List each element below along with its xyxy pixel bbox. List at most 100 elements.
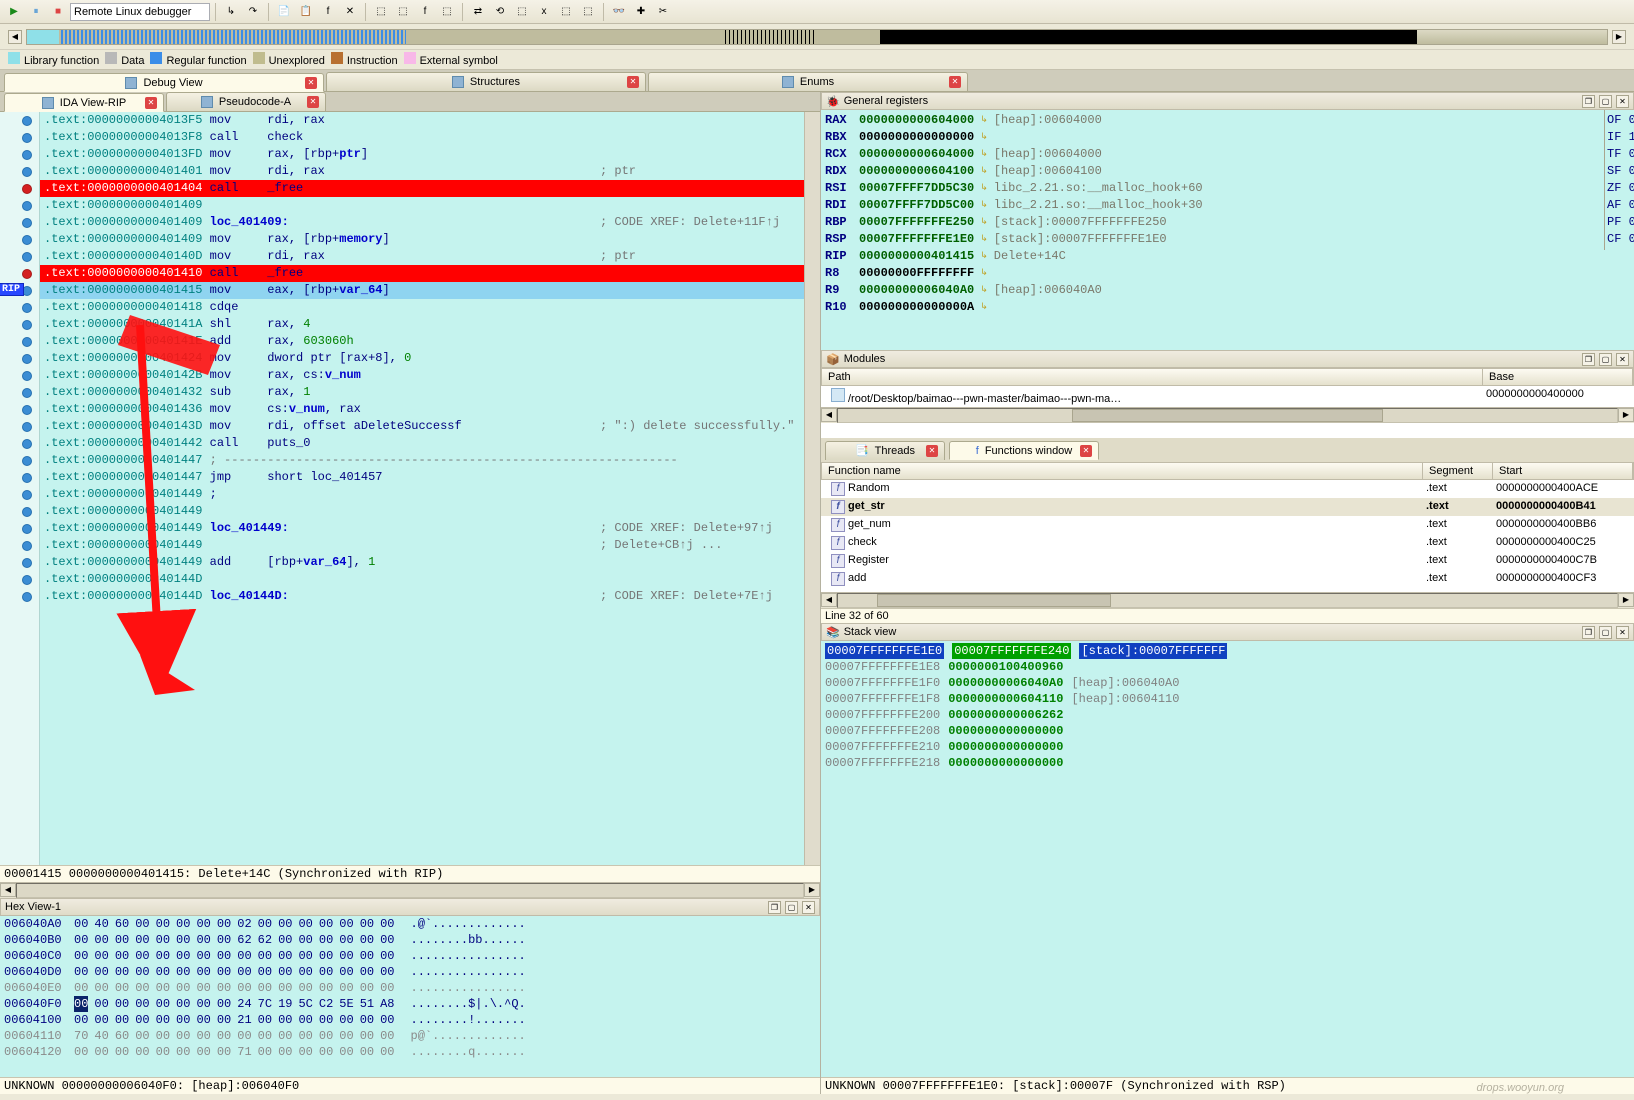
register-row[interactable]: RCX0000000000604000↳[heap]:00604000: [825, 146, 1630, 163]
hex-row[interactable]: 00604100 0000000000000000 21000000000000…: [0, 1012, 820, 1028]
function-row[interactable]: fcheck.text0000000000400C25: [821, 534, 1634, 552]
tool-icon[interactable]: ✕: [340, 2, 360, 22]
close-icon[interactable]: ✕: [305, 77, 317, 89]
close-icon[interactable]: ✕: [1080, 445, 1092, 457]
code-line-icon[interactable]: [22, 320, 32, 330]
asm-line[interactable]: .text:0000000000401449 ;: [40, 486, 804, 503]
maximize-button[interactable]: ▢: [1599, 626, 1612, 639]
register-row[interactable]: RBP00007FFFFFFFE250↳[stack]:00007FFFFFFF…: [825, 214, 1630, 231]
stack-row[interactable]: 00007FFFFFFFE1E80000000100400960: [825, 659, 1630, 675]
hex-row[interactable]: 006040D0 0000000000000000 00000000000000…: [0, 964, 820, 980]
hex-row[interactable]: 006040E0 0000000000000000 00000000000000…: [0, 980, 820, 996]
code-line-icon[interactable]: [22, 150, 32, 160]
code-line-icon[interactable]: [22, 303, 32, 313]
code-line-icon[interactable]: [22, 473, 32, 483]
code-line-icon[interactable]: [22, 490, 32, 500]
tool-icon[interactable]: ⬚: [512, 2, 532, 22]
function-row[interactable]: fget_num.text0000000000400BB6: [821, 516, 1634, 534]
asm-line[interactable]: .text:000000000040141E add rax, 603060h: [40, 333, 804, 350]
code-line-icon[interactable]: [22, 252, 32, 262]
stack-row[interactable]: 00007FFFFFFFE1F000000000006040A0[heap]:0…: [825, 675, 1630, 691]
hex-row[interactable]: 006040C0 0000000000000000 00000000000000…: [0, 948, 820, 964]
stack-row[interactable]: 00007FFFFFFFE2180000000000000000: [825, 755, 1630, 771]
code-line-icon[interactable]: [22, 133, 32, 143]
code-line-icon[interactable]: [22, 201, 32, 211]
code-line-icon[interactable]: [22, 354, 32, 364]
register-row[interactable]: RSP00007FFFFFFFE1E0↳[stack]:00007FFFFFFF…: [825, 231, 1630, 248]
asm-line[interactable]: .text:0000000000401409: [40, 197, 804, 214]
stack-row[interactable]: 00007FFFFFFFE1F80000000000604110[heap]:0…: [825, 691, 1630, 707]
tool-icon[interactable]: ⬚: [437, 2, 457, 22]
tool-icon[interactable]: ⬚: [578, 2, 598, 22]
asm-line[interactable]: .text:0000000000401415 mov eax, [rbp+var…: [40, 282, 804, 299]
modules-grid[interactable]: PathBase /root/Desktop/baimao---pwn-mast…: [821, 368, 1634, 438]
close-button[interactable]: ✕: [1616, 626, 1629, 639]
asm-line[interactable]: .text:00000000004013FD mov rax, [rbp+ptr…: [40, 146, 804, 163]
maximize-button[interactable]: ▢: [785, 901, 798, 914]
vscrollbar[interactable]: [804, 112, 820, 865]
tab[interactable]: IDA View-RIP✕: [4, 93, 164, 112]
close-icon[interactable]: ✕: [627, 76, 639, 88]
nav-next-button[interactable]: ▶: [1612, 30, 1626, 44]
stack-row[interactable]: 00007FFFFFFFE2000000000000006262: [825, 707, 1630, 723]
asm-line[interactable]: .text:0000000000401449: [40, 503, 804, 520]
register-row[interactable]: RDX0000000000604100↳[heap]:00604100: [825, 163, 1630, 180]
tool-icon[interactable]: ⬚: [393, 2, 413, 22]
tool-icon[interactable]: ✚: [631, 2, 651, 22]
step-into-button[interactable]: ↳: [221, 2, 241, 22]
asm-line[interactable]: .text:000000000040143D mov rdi, offset a…: [40, 418, 804, 435]
hex-row[interactable]: 00604110 7040600000000000 00000000000000…: [0, 1028, 820, 1044]
asm-line[interactable]: .text:000000000040142B mov rax, cs:v_num: [40, 367, 804, 384]
close-icon[interactable]: ✕: [145, 97, 157, 109]
close-icon[interactable]: ✕: [949, 76, 961, 88]
restore-button[interactable]: ❐: [1582, 626, 1595, 639]
register-row[interactable]: R900000000006040A0↳[heap]:006040A0: [825, 282, 1630, 299]
close-icon[interactable]: ✕: [307, 96, 319, 108]
functions-grid[interactable]: Function nameSegmentStart fRandom.text00…: [821, 462, 1634, 592]
register-row[interactable]: RAX0000000000604000↳[heap]:00604000: [825, 112, 1630, 129]
function-row[interactable]: fget_str.text0000000000400B41: [821, 498, 1634, 516]
close-button[interactable]: ✕: [1616, 353, 1629, 366]
tool-icon[interactable]: ⟲: [490, 2, 510, 22]
stack-row[interactable]: 00007FFFFFFFE2080000000000000000: [825, 723, 1630, 739]
code-line-icon[interactable]: [22, 524, 32, 534]
register-row[interactable]: RBX0000000000000000↳: [825, 129, 1630, 146]
code-line-icon[interactable]: [22, 422, 32, 432]
code-line-icon[interactable]: [22, 456, 32, 466]
restore-button[interactable]: ❐: [1582, 95, 1595, 108]
tab[interactable]: Structures✕: [326, 72, 646, 91]
asm-line[interactable]: .text:0000000000401442 call puts_0: [40, 435, 804, 452]
asm-line[interactable]: .text:0000000000401401 mov rdi, rax; ptr: [40, 163, 804, 180]
asm-line[interactable]: .text:000000000040141A shl rax, 4: [40, 316, 804, 333]
glasses-icon[interactable]: 👓: [609, 2, 629, 22]
stack-row[interactable]: 00007FFFFFFFE2100000000000000000: [825, 739, 1630, 755]
pause-button[interactable]: ⏸: [26, 2, 46, 22]
code-line-icon[interactable]: [22, 116, 32, 126]
asm-line[interactable]: .text:0000000000401418 cdqe: [40, 299, 804, 316]
restore-button[interactable]: ❐: [1582, 353, 1595, 366]
code-line-icon[interactable]: [22, 507, 32, 517]
module-row[interactable]: /root/Desktop/baimao---pwn-master/baimao…: [821, 386, 1634, 407]
tool-icon[interactable]: ✂: [653, 2, 673, 22]
code-line-icon[interactable]: [22, 592, 32, 602]
asm-line[interactable]: .text:0000000000401410 call _free: [40, 265, 804, 282]
stop-button[interactable]: ■: [48, 2, 68, 22]
hex-row[interactable]: 006040A0 0040600000000000 02000000000000…: [0, 916, 820, 932]
debugger-select[interactable]: Remote Linux debugger: [70, 3, 210, 21]
tab[interactable]: Enums✕: [648, 72, 968, 91]
register-row[interactable]: R800000000FFFFFFFF↳: [825, 265, 1630, 282]
asm-line[interactable]: .text:0000000000401449 add [rbp+var_64],…: [40, 554, 804, 571]
code-line-icon[interactable]: [22, 439, 32, 449]
asm-line[interactable]: .text:0000000000401449 loc_401449:; CODE…: [40, 520, 804, 537]
code-line-icon[interactable]: [22, 575, 32, 585]
register-row[interactable]: R10000000000000000A↳: [825, 299, 1630, 316]
asm-line[interactable]: .text:0000000000401447 jmp short loc_401…: [40, 469, 804, 486]
step-over-button[interactable]: ↷: [243, 2, 263, 22]
function-row[interactable]: fadd.text0000000000400CF3: [821, 570, 1634, 588]
asm-line[interactable]: .text:000000000040140D mov rdi, rax; ptr: [40, 248, 804, 265]
run-button[interactable]: ▶: [4, 2, 24, 22]
hex-row[interactable]: 006040F0 0000000000000000 247C195CC25E51…: [0, 996, 820, 1012]
tab[interactable]: Debug View✕: [4, 73, 324, 92]
hex-view[interactable]: 006040A0 0040600000000000 02000000000000…: [0, 916, 820, 1077]
function-row[interactable]: fRegister.text0000000000400C7B: [821, 552, 1634, 570]
